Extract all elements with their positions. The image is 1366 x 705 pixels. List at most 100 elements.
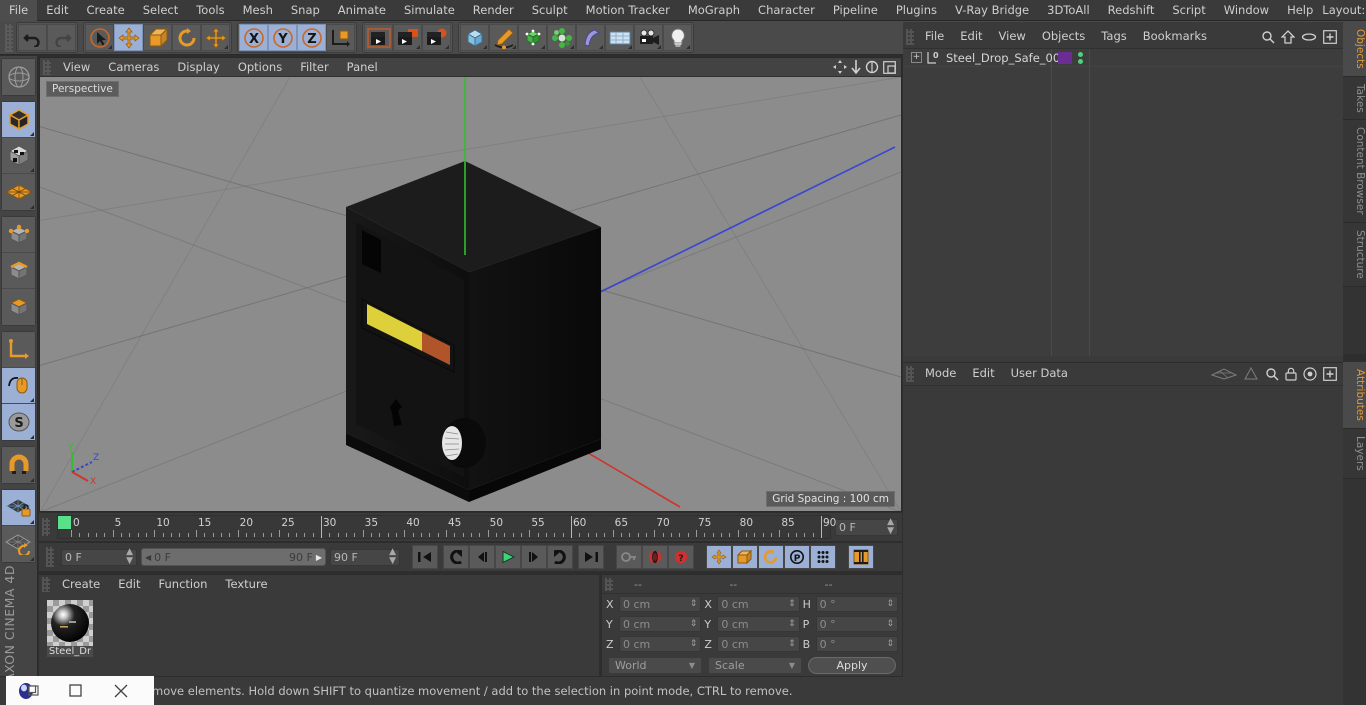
polygons-mode-icon[interactable] <box>2 289 35 325</box>
cinema4d-icon[interactable] <box>6 676 52 705</box>
menu-tools[interactable]: Tools <box>187 0 233 21</box>
rotation-key-icon[interactable] <box>758 545 784 569</box>
param-key-icon[interactable]: P <box>784 545 810 569</box>
workplane-icon[interactable] <box>2 174 35 210</box>
spinner-icon[interactable]: ⇕ <box>886 619 894 629</box>
menu-sculpt[interactable]: Sculpt <box>523 0 577 21</box>
timeline-grip[interactable] <box>42 518 50 536</box>
timeline-frame-field[interactable]: 0 F ▲ ▼ <box>835 518 898 536</box>
viewport-canvas[interactable]: Perspective Grid Spacing : 100 cm Y Z X <box>40 77 901 511</box>
autokey-icon[interactable] <box>616 545 642 569</box>
menu-character[interactable]: Character <box>749 0 824 21</box>
menu-file[interactable]: File <box>0 0 38 21</box>
object-menu-view[interactable]: View <box>991 26 1034 47</box>
step-forward-button[interactable] <box>521 545 547 569</box>
rotation-input[interactable]: 0 ° ⇕ <box>815 596 898 612</box>
make-editable-icon[interactable] <box>2 59 35 95</box>
range-right-arrow-icon[interactable]: ▶ <box>316 553 322 562</box>
menu-3dtoall[interactable]: 3DToAll <box>1038 0 1099 21</box>
attributes-menu-edit[interactable]: Edit <box>964 363 1002 384</box>
close-window-icon[interactable] <box>98 676 144 705</box>
rotation-input[interactable]: 0 ° ⇕ <box>815 636 898 652</box>
step-back-button[interactable] <box>469 545 495 569</box>
move-tool[interactable] <box>114 24 143 51</box>
spinner-icon[interactable]: ⇕ <box>690 619 698 629</box>
material-menu-edit[interactable]: Edit <box>109 575 149 594</box>
layer-color-swatch[interactable] <box>1058 51 1072 64</box>
material-preview[interactable] <box>47 600 93 646</box>
coordinate-system-select[interactable]: World ▼ <box>608 657 702 674</box>
viewport-menu-display[interactable]: Display <box>168 58 228 77</box>
lock-workplane-icon[interactable] <box>2 490 35 526</box>
menu-create[interactable]: Create <box>78 0 134 21</box>
keyframe-selection-icon[interactable]: ? <box>668 545 694 569</box>
attributes-body[interactable] <box>903 385 1343 705</box>
point-level-key-icon[interactable] <box>810 545 836 569</box>
viewport-grip[interactable] <box>43 59 51 75</box>
soft-selection-icon[interactable]: S <box>2 404 35 440</box>
deformer-button[interactable] <box>576 24 605 51</box>
menu-window[interactable]: Window <box>1215 0 1278 21</box>
spinner-icon[interactable]: ⇕ <box>788 619 796 629</box>
texture-mode-icon[interactable] <box>2 138 35 174</box>
dock-tab-objects[interactable]: Objects <box>1343 22 1366 77</box>
object-menu-tags[interactable]: Tags <box>1093 26 1134 47</box>
redo-button[interactable] <box>47 24 76 51</box>
object-manager-grip[interactable] <box>906 28 914 45</box>
end-frame-field[interactable]: 90 F ▲ ▼ <box>330 548 400 566</box>
position-input[interactable]: 0 cm ⇕ <box>619 596 702 612</box>
axis-z-toggle[interactable]: Z <box>297 24 326 51</box>
viewport-menu-view[interactable]: View <box>54 58 99 77</box>
range-left-arrow-icon[interactable]: ◀ <box>145 553 151 562</box>
menu-motion-tracker[interactable]: Motion Tracker <box>577 0 679 21</box>
material-menu-function[interactable]: Function <box>150 575 217 594</box>
coordinate-mode-select[interactable]: Scale ▼ <box>708 657 802 674</box>
size-input[interactable]: 0 cm ⇕ <box>717 596 800 612</box>
viewport-3d-scene[interactable] <box>40 77 901 511</box>
menu-snap[interactable]: Snap <box>282 0 329 21</box>
lock-icon[interactable] <box>1285 367 1297 381</box>
ellipse-icon[interactable] <box>1301 30 1317 44</box>
object-menu-bookmarks[interactable]: Bookmarks <box>1135 26 1215 47</box>
rotate-tool[interactable] <box>172 24 201 51</box>
snap-magnet-icon[interactable] <box>2 447 35 483</box>
position-key-icon[interactable] <box>706 545 732 569</box>
add-layer-icon[interactable] <box>1323 29 1337 44</box>
cone-icon[interactable] <box>1243 366 1259 381</box>
previous-key-button[interactable] <box>443 545 469 569</box>
dock-tab-layers[interactable]: Layers <box>1343 428 1366 479</box>
timeline-show-icon[interactable] <box>848 545 874 569</box>
menu-render[interactable]: Render <box>464 0 523 21</box>
search-icon[interactable] <box>1261 30 1275 44</box>
generator-button[interactable] <box>518 24 547 51</box>
menu-pipeline[interactable]: Pipeline <box>824 0 887 21</box>
maximize-icon[interactable] <box>883 60 896 74</box>
play-button[interactable] <box>495 545 521 569</box>
target-icon[interactable] <box>1303 366 1317 381</box>
home-icon[interactable] <box>1281 29 1295 44</box>
material-chip[interactable]: Steel_Dr <box>47 600 93 657</box>
timeline-ruler[interactable]: 0 5 10 15 20 25 30 35 40 45 50 55 60 65 70 75 80 85 90 <box>57 515 836 539</box>
viewport-menu-panel[interactable]: Panel <box>338 58 387 77</box>
menu-select[interactable]: Select <box>134 0 187 21</box>
viewport-solo-icon[interactable] <box>2 368 35 404</box>
maximize-window-icon[interactable] <box>52 676 98 705</box>
axis-x-toggle[interactable]: X <box>239 24 268 51</box>
record-active-objects-icon[interactable] <box>642 545 668 569</box>
viewport-menu-options[interactable]: Options <box>229 58 291 77</box>
undo-button[interactable] <box>18 24 47 51</box>
render-view-button[interactable] <box>364 24 393 51</box>
menu-animate[interactable]: Animate <box>329 0 395 21</box>
spinner-icon[interactable]: ⇕ <box>690 639 698 649</box>
menu-help[interactable]: Help <box>1278 0 1322 21</box>
preview-range-slider[interactable]: ◀ 0 F 90 F ▶ <box>141 548 326 566</box>
axis-y-toggle[interactable]: Y <box>268 24 297 51</box>
visibility-dots[interactable] <box>1078 51 1083 64</box>
menu-edit[interactable]: Edit <box>37 0 77 21</box>
dock-tab-content-browser[interactable]: Content Browser <box>1343 120 1366 224</box>
spinner-icon[interactable]: ▲ ▼ <box>887 518 894 536</box>
object-menu-file[interactable]: File <box>917 26 952 47</box>
viewport-menu-filter[interactable]: Filter <box>291 58 337 77</box>
primitive-cube-button[interactable] <box>460 24 489 51</box>
go-to-start-button[interactable] <box>412 545 438 569</box>
